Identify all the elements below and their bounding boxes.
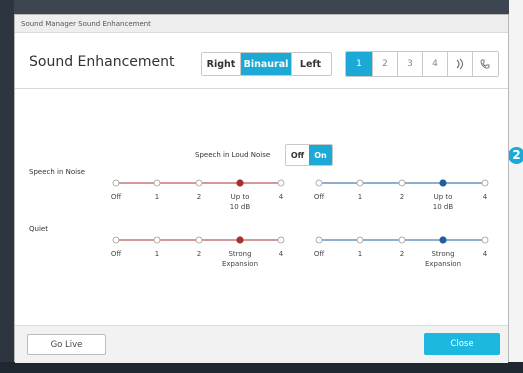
right-ear-slider-stop[interactable] [398, 236, 406, 244]
right-ear-tick-label: 4 [482, 250, 488, 258]
right-ear-tick-label: 4 [482, 193, 488, 201]
left-ear-slider-stop[interactable] [112, 236, 120, 244]
left-ear-slider-stop[interactable] [153, 236, 161, 244]
go-live-button[interactable]: Go Live [27, 334, 106, 355]
right-ear-slider-stop[interactable] [398, 179, 406, 187]
right-ear-slider-stop[interactable] [439, 236, 447, 244]
right-ear-slider-stop[interactable] [439, 179, 447, 187]
left-ear-slider-stop[interactable] [236, 236, 244, 244]
right-ear-slider-stop[interactable] [356, 236, 364, 244]
background-left [0, 0, 14, 373]
footer: Go Live Close [15, 325, 508, 363]
left-ear-slider-stop[interactable] [277, 236, 285, 244]
step-badge: 2 [508, 147, 523, 164]
right-ear-slider-stop[interactable] [481, 179, 489, 187]
background-bottom [0, 362, 523, 373]
left-ear-slider-stop[interactable] [112, 179, 120, 187]
left-ear-slider-stop[interactable] [195, 236, 203, 244]
background-right [509, 0, 523, 373]
right-ear-slider-stop[interactable] [356, 179, 364, 187]
right-ear-slider-stop[interactable] [315, 179, 323, 187]
left-ear-slider-stop[interactable] [277, 179, 285, 187]
right-ear-slider-stop[interactable] [481, 236, 489, 244]
sound-enhancement-dialog: Sound Manager Sound Enhancement Sound En… [14, 14, 509, 363]
left-ear-slider-stop[interactable] [153, 179, 161, 187]
sliders [112, 179, 489, 244]
right-ear-slider-stop[interactable] [315, 236, 323, 244]
close-button[interactable]: Close [424, 333, 500, 355]
left-ear-slider-stop[interactable] [236, 179, 244, 187]
left-ear-slider-stop[interactable] [195, 179, 203, 187]
